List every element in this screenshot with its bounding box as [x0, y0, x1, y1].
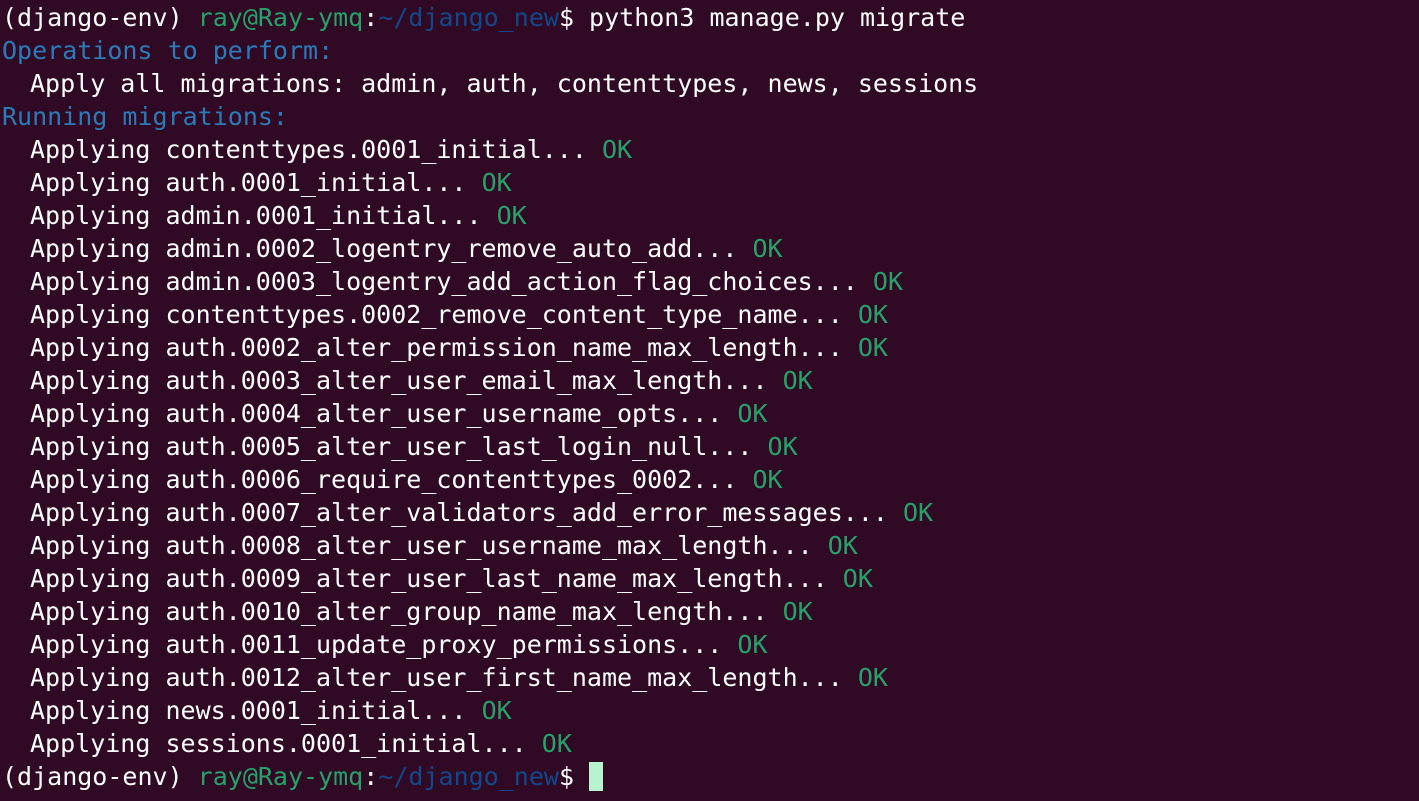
migration-text: Applying auth.0012_alter_user_first_name…	[30, 663, 843, 692]
migration-status: OK	[827, 531, 858, 560]
migration-status: OK	[541, 729, 572, 758]
prompt-user-host: ray@Ray-ymq	[197, 762, 364, 791]
migrations-list: Applying contenttypes.0001_initial... OK…	[2, 133, 1419, 760]
migration-status: OK	[752, 465, 783, 494]
migration-line: Applying auth.0001_initial... OK	[2, 166, 1419, 199]
migration-line: Applying auth.0006_require_contenttypes_…	[2, 463, 1419, 496]
prompt-env: (django-env)	[2, 3, 198, 32]
prompt-env: (django-env)	[2, 762, 198, 791]
migration-line: Applying contenttypes.0001_initial... OK	[2, 133, 1419, 166]
migration-text: Applying admin.0003_logentry_add_action_…	[30, 267, 858, 296]
migration-status: OK	[782, 366, 813, 395]
migration-status: OK	[752, 234, 783, 263]
migration-status: OK	[737, 630, 768, 659]
terminal-cursor[interactable]	[589, 762, 604, 791]
migration-status: OK	[857, 333, 888, 362]
migration-line: Applying contenttypes.0002_remove_conten…	[2, 298, 1419, 331]
migration-text: Applying admin.0002_logentry_remove_auto…	[30, 234, 738, 263]
migration-status: OK	[842, 564, 873, 593]
prompt-colon: :	[363, 3, 379, 32]
migration-text: Applying auth.0010_alter_group_name_max_…	[30, 597, 768, 626]
migration-text: Applying auth.0006_require_contenttypes_…	[30, 465, 738, 494]
migration-line: Applying auth.0004_alter_user_username_o…	[2, 397, 1419, 430]
migration-status: OK	[496, 201, 527, 230]
migration-status: OK	[857, 300, 888, 329]
migration-text: Applying admin.0001_initial...	[30, 201, 482, 230]
terminal-window[interactable]: (django-env) ray@Ray-ymq:~/django_new$ p…	[0, 0, 1419, 801]
migration-text: Applying auth.0007_alter_validators_add_…	[30, 498, 888, 527]
migration-line: Applying admin.0001_initial... OK	[2, 199, 1419, 232]
prompt-line-active[interactable]: (django-env) ray@Ray-ymq:~/django_new$	[2, 760, 1419, 793]
apply-all-text: Apply all migrations: admin, auth, conte…	[30, 69, 979, 98]
prompt-path: ~/django_new	[378, 762, 559, 791]
migration-line: Applying auth.0003_alter_user_email_max_…	[2, 364, 1419, 397]
migration-text: Applying auth.0004_alter_user_username_o…	[30, 399, 723, 428]
migration-status: OK	[872, 267, 903, 296]
running-heading: Running migrations:	[2, 102, 288, 131]
migration-line: Applying sessions.0001_initial... OK	[2, 727, 1419, 760]
migration-text: Applying auth.0008_alter_user_username_m…	[30, 531, 813, 560]
prompt-path: ~/django_new	[378, 3, 559, 32]
migration-text: Applying auth.0009_alter_user_last_name_…	[30, 564, 828, 593]
migration-status: OK	[857, 663, 888, 692]
migration-text: Applying auth.0001_initial...	[30, 168, 467, 197]
migration-line: Applying news.0001_initial... OK	[2, 694, 1419, 727]
migration-text: Applying contenttypes.0002_remove_conten…	[30, 300, 843, 329]
migration-status: OK	[782, 597, 813, 626]
migration-status: OK	[903, 498, 934, 527]
migration-status: OK	[481, 168, 512, 197]
migration-line: Applying admin.0002_logentry_remove_auto…	[2, 232, 1419, 265]
migration-text: Applying auth.0011_update_proxy_permissi…	[30, 630, 723, 659]
migration-text: Applying news.0001_initial...	[30, 696, 467, 725]
migration-text: Applying contenttypes.0001_initial...	[30, 135, 587, 164]
prompt-dollar: $	[558, 762, 590, 791]
migration-line: Applying auth.0008_alter_user_username_m…	[2, 529, 1419, 562]
prompt-colon: :	[363, 762, 379, 791]
migration-status: OK	[481, 696, 512, 725]
migration-line: Applying auth.0012_alter_user_first_name…	[2, 661, 1419, 694]
migration-line: Applying auth.0010_alter_group_name_max_…	[2, 595, 1419, 628]
migration-line: Applying auth.0005_alter_user_last_login…	[2, 430, 1419, 463]
migration-text: Applying sessions.0001_initial...	[30, 729, 527, 758]
command-text: python3 manage.py migrate	[589, 3, 966, 32]
migration-line: Applying auth.0002_alter_permission_name…	[2, 331, 1419, 364]
migration-status: OK	[767, 432, 798, 461]
migration-line: Applying auth.0007_alter_validators_add_…	[2, 496, 1419, 529]
migration-text: Applying auth.0005_alter_user_last_login…	[30, 432, 753, 461]
migration-status: OK	[601, 135, 633, 164]
migration-line: Applying admin.0003_logentry_add_action_…	[2, 265, 1419, 298]
prompt-user-host: ray@Ray-ymq	[197, 3, 364, 32]
migration-status: OK	[737, 399, 768, 428]
apply-all-line: Apply all migrations: admin, auth, conte…	[2, 67, 1419, 100]
migration-text: Applying auth.0002_alter_permission_name…	[30, 333, 843, 362]
migration-line: Applying auth.0011_update_proxy_permissi…	[2, 628, 1419, 661]
prompt-dollar: $	[558, 3, 590, 32]
migration-text: Applying auth.0003_alter_user_email_max_…	[30, 366, 768, 395]
operations-heading: Operations to perform:	[2, 36, 334, 65]
prompt-line-command: (django-env) ray@Ray-ymq:~/django_new$ p…	[2, 1, 1419, 34]
migration-line: Applying auth.0009_alter_user_last_name_…	[2, 562, 1419, 595]
